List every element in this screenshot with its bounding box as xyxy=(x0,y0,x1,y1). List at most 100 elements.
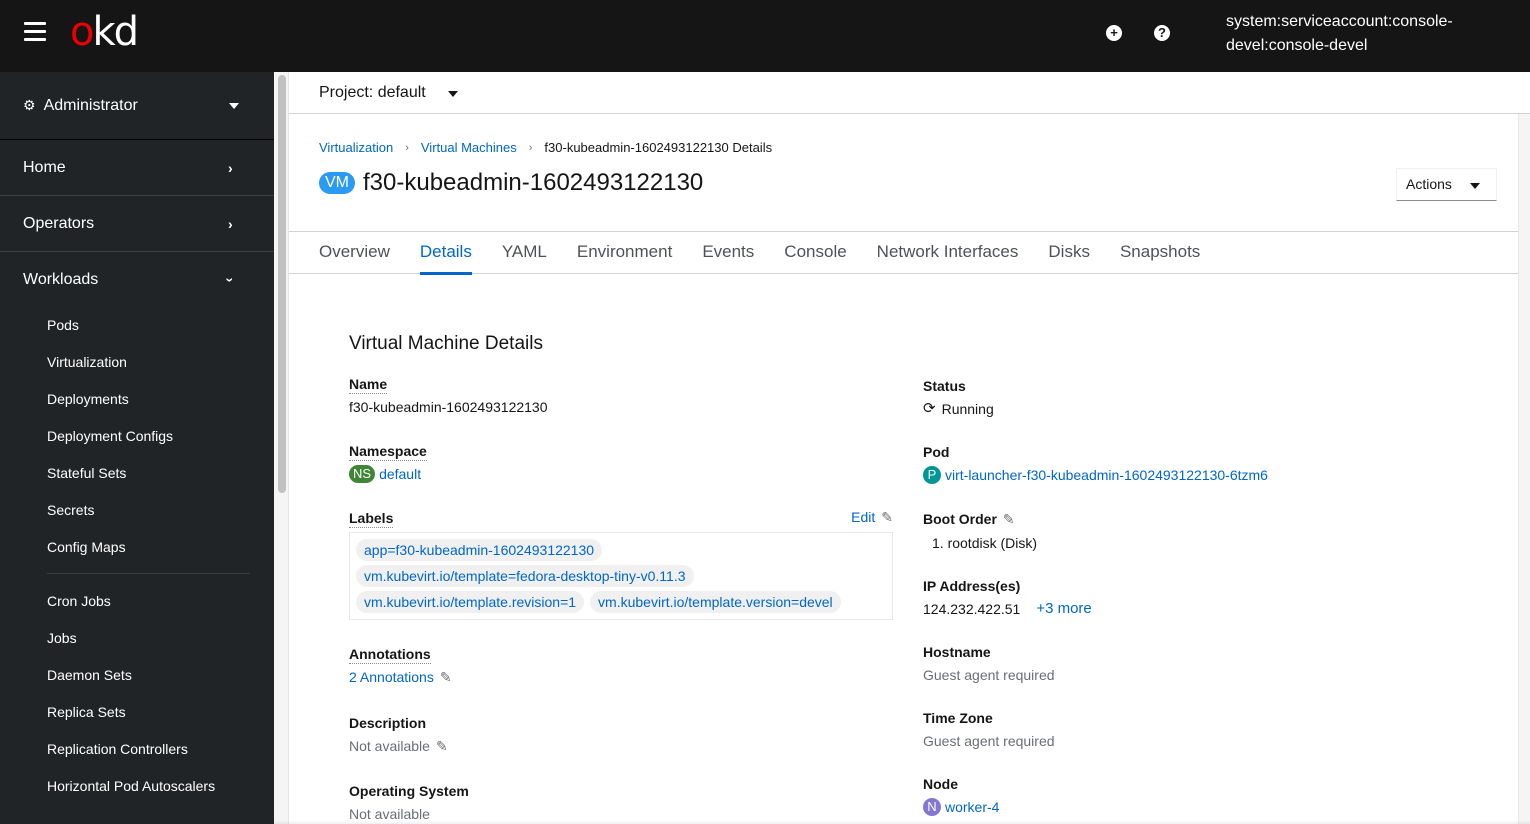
perspective-switcher[interactable]: ⚙ Administrator xyxy=(0,72,274,140)
sidebar-section-home[interactable]: Home › xyxy=(0,140,274,196)
label-chip[interactable]: vm.kubevirt.io/template=fedora-desktop-t… xyxy=(356,565,694,587)
labels-list: app=f30-kubeadmin-1602493122130 vm.kubev… xyxy=(349,532,893,620)
sidebar-item-daemon-sets[interactable]: Daemon Sets xyxy=(0,656,274,693)
vm-resource-badge: VM xyxy=(319,172,355,194)
tab-bar: Overview Details YAML Environment Events… xyxy=(289,231,1518,275)
hamburger-menu-icon[interactable] xyxy=(24,22,46,44)
okd-logo[interactable]: okd xyxy=(70,8,139,56)
sidebar-section-workloads[interactable]: Workloads › xyxy=(0,252,274,308)
breadcrumb-current: f30-kubeadmin-1602493122130 Details xyxy=(544,140,773,155)
sidebar-item-config-maps[interactable]: Config Maps xyxy=(0,528,274,565)
page-header: VM f30-kubeadmin-1602493122130 xyxy=(319,168,703,198)
edit-labels-button[interactable]: Edit ✎ xyxy=(851,509,893,526)
plus-circle-icon[interactable]: + xyxy=(1106,25,1122,41)
sidebar-item-deployments[interactable]: Deployments xyxy=(0,380,274,417)
breadcrumb-virtual-machines[interactable]: Virtual Machines xyxy=(421,140,517,155)
sidebar-item-cron-jobs[interactable]: Cron Jobs xyxy=(0,582,274,619)
field-node: Node N worker-4 xyxy=(923,774,999,818)
sidebar-item-replica-sets[interactable]: Replica Sets xyxy=(0,693,274,730)
field-label[interactable]: Labels xyxy=(349,509,394,528)
vm-name-value: f30-kubeadmin-1602493122130 xyxy=(349,399,548,415)
breadcrumb-separator-icon: › xyxy=(405,141,409,154)
sidebar-item-virtualization[interactable]: Virtualization xyxy=(0,343,274,380)
boot-order-item: 1. rootdisk (Disk) xyxy=(932,535,1038,551)
breadcrumb: Virtualization › Virtual Machines › f30-… xyxy=(319,140,772,155)
page-scrollbar[interactable] xyxy=(1518,114,1530,824)
cogs-icon: ⚙ xyxy=(23,97,36,113)
pod-link[interactable]: virt-launcher-f30-kubeadmin-160249312213… xyxy=(945,464,1268,486)
tab-yaml[interactable]: YAML xyxy=(502,232,547,273)
field-label: Boot Order xyxy=(923,511,997,527)
caret-down-icon xyxy=(1470,183,1480,189)
field-label[interactable]: Namespace xyxy=(349,442,427,461)
status-value: Running xyxy=(941,401,994,417)
sidebar-scrollbar-thumb[interactable] xyxy=(278,75,286,493)
chevron-right-icon: › xyxy=(228,159,233,176)
node-badge: N xyxy=(923,798,941,816)
tab-events[interactable]: Events xyxy=(702,232,754,273)
field-label: Status xyxy=(923,378,966,394)
ip-more-link[interactable]: +3 more xyxy=(1036,598,1091,620)
main-content: Project: default Virtualization › Virtua… xyxy=(289,72,1530,824)
tab-disks[interactable]: Disks xyxy=(1048,232,1090,273)
label-chip[interactable]: vm.kubevirt.io/template.revision=1 xyxy=(356,591,585,613)
field-label: Node xyxy=(923,776,958,792)
field-time-zone: Time Zone Guest agent required xyxy=(923,708,1055,752)
namespace-badge: NS xyxy=(349,465,376,483)
timezone-value: Guest agent required xyxy=(923,733,1055,749)
project-label: Project: default xyxy=(319,83,426,101)
tab-overview[interactable]: Overview xyxy=(319,232,390,273)
sidebar-item-replication-controllers[interactable]: Replication Controllers xyxy=(0,730,274,767)
caret-down-icon xyxy=(448,91,458,97)
node-link[interactable]: worker-4 xyxy=(945,796,999,818)
field-ip-addresses: IP Address(es) 124.232.422.51 +3 more xyxy=(923,576,1092,620)
field-label: Pod xyxy=(923,444,950,460)
sidebar-item-secrets[interactable]: Secrets xyxy=(0,491,274,528)
pencil-icon[interactable]: ✎ xyxy=(1003,508,1015,530)
sidebar-item-pods[interactable]: Pods xyxy=(0,306,274,343)
sidebar-section-operators[interactable]: Operators › xyxy=(0,196,274,252)
chevron-down-icon: › xyxy=(222,277,239,283)
field-label: Time Zone xyxy=(923,710,993,726)
tab-console[interactable]: Console xyxy=(784,232,846,273)
label-chip[interactable]: vm.kubevirt.io/template.version=devel xyxy=(590,591,841,613)
pencil-icon[interactable]: ✎ xyxy=(440,666,452,688)
tab-network-interfaces[interactable]: Network Interfaces xyxy=(877,232,1019,273)
annotations-link[interactable]: 2 Annotations xyxy=(349,666,434,688)
field-status: Status ⟳ Running xyxy=(923,376,994,420)
pod-badge: P xyxy=(923,466,941,484)
tab-environment[interactable]: Environment xyxy=(577,232,672,273)
field-operating-system: Operating System Not available xyxy=(349,781,469,824)
namespace-link[interactable]: default xyxy=(379,463,421,485)
sidebar-item-deployment-configs[interactable]: Deployment Configs xyxy=(0,417,274,454)
tab-details[interactable]: Details xyxy=(419,232,472,275)
field-label: Hostname xyxy=(923,644,991,660)
field-pod: Pod P virt-launcher-f30-kubeadmin-160249… xyxy=(923,442,1268,486)
sidebar-section-label: Operators xyxy=(23,214,95,232)
question-circle-icon[interactable]: ? xyxy=(1154,25,1170,41)
actions-label: Actions xyxy=(1406,176,1452,192)
sidebar-item-horizontal-pod-autoscalers[interactable]: Horizontal Pod Autoscalers xyxy=(0,767,274,804)
sync-icon: ⟳ xyxy=(923,400,936,417)
sidebar-item-stateful-sets[interactable]: Stateful Sets xyxy=(0,454,274,491)
pencil-icon[interactable]: ✎ xyxy=(436,735,448,757)
sidebar-item-jobs[interactable]: Jobs xyxy=(0,619,274,656)
field-label[interactable]: Annotations xyxy=(349,645,431,664)
sidebar-section-label: Workloads xyxy=(23,271,99,288)
breadcrumb-virtualization[interactable]: Virtualization xyxy=(319,140,393,155)
field-label[interactable]: Name xyxy=(349,375,388,394)
project-selector[interactable]: Project: default xyxy=(289,72,1530,114)
field-hostname: Hostname Guest agent required xyxy=(923,642,1055,686)
field-labels: Labels Edit ✎ app=f30-kubeadmin-160249312… xyxy=(349,509,893,620)
tab-snapshots[interactable]: Snapshots xyxy=(1120,232,1200,273)
field-annotations: Annotations 2 Annotations ✎ xyxy=(349,645,452,688)
label-chip[interactable]: app=f30-kubeadmin-1602493122130 xyxy=(356,539,603,561)
description-value: Not available xyxy=(349,738,430,754)
bottom-shadow xyxy=(274,820,1530,824)
section-title: Virtual Machine Details xyxy=(349,333,543,354)
pencil-icon: ✎ xyxy=(881,509,893,525)
user-menu[interactable]: system:serviceaccount:console-devel:cons… xyxy=(1226,10,1506,58)
field-namespace: Namespace NS default xyxy=(349,442,427,485)
field-label: Description xyxy=(349,715,427,731)
actions-dropdown[interactable]: Actions xyxy=(1396,168,1497,201)
